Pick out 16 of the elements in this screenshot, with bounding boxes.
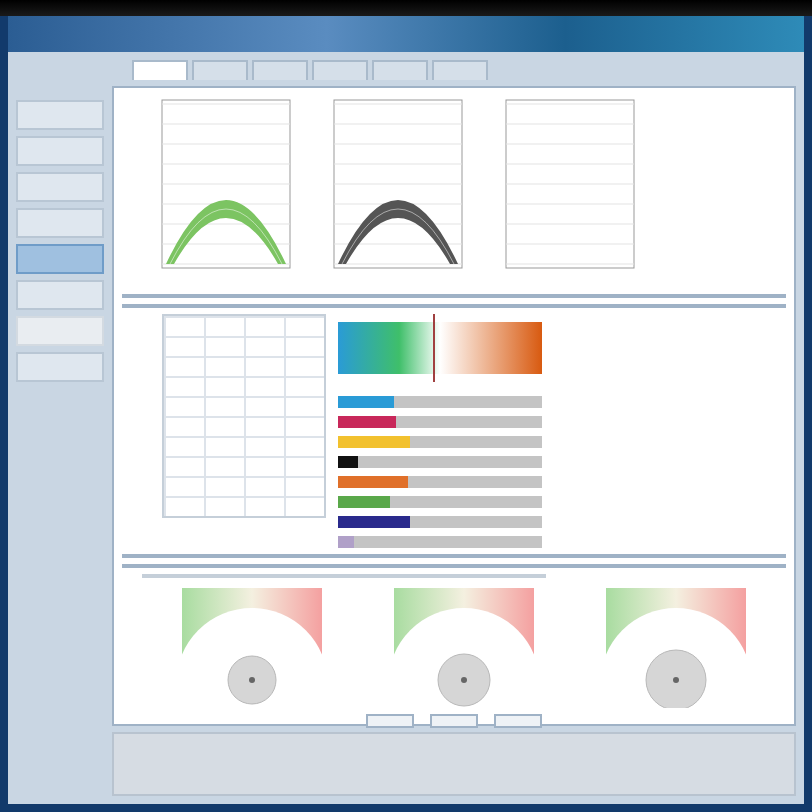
tab[interactable] — [132, 60, 188, 80]
sidebar-item[interactable] — [16, 352, 104, 382]
tab[interactable] — [312, 60, 368, 80]
tab[interactable] — [372, 60, 428, 80]
button[interactable] — [430, 714, 478, 728]
tab[interactable] — [432, 60, 488, 80]
sidebar-item[interactable] — [16, 244, 104, 274]
sidebar-item[interactable] — [16, 172, 104, 202]
button[interactable] — [494, 714, 542, 728]
button[interactable] — [366, 714, 414, 728]
sidebar-item[interactable] — [16, 136, 104, 166]
sidebar-item[interactable] — [16, 208, 104, 238]
sidebar-item[interactable] — [16, 280, 104, 310]
sidebar-item[interactable] — [16, 100, 104, 130]
tab[interactable] — [192, 60, 248, 80]
tab[interactable] — [252, 60, 308, 80]
